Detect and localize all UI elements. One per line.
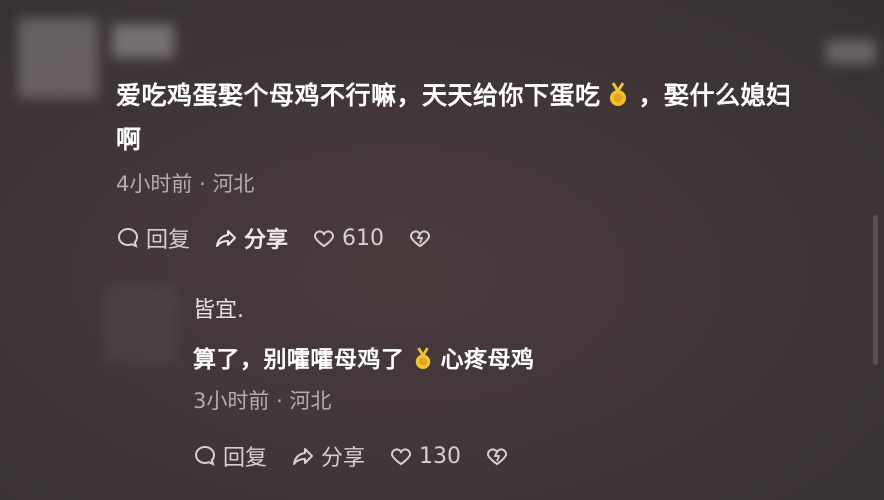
reply-actions: 回复 分享 130 [193,440,539,472]
like-button[interactable]: 610 [312,226,384,251]
reply-label: 回复 [146,228,191,253]
share-button[interactable]: 分享 [214,222,288,254]
share-arrow-icon [293,448,314,465]
corner-blurred [826,40,876,64]
chat-bubble-icon [118,227,139,248]
comment-location: 河北 [212,172,255,196]
reply-text: 算了，别嚯嚯母鸡了 心疼母鸡 [193,340,535,374]
like-button[interactable]: 130 [389,444,461,469]
dislike-button[interactable] [485,444,515,468]
share-arrow-icon [216,230,237,247]
reply-location: 河北 [289,389,332,413]
reply-author[interactable]: 皆宜. [193,292,244,324]
medal-emoji-icon [609,82,626,106]
reply-meta: 3小时前 · 河北 [193,385,331,415]
comment-time: 4小时前 [116,172,193,196]
reply-button[interactable]: 回复 [193,440,267,472]
comment-text-part2: ，娶什么媳妇 [638,81,792,110]
reply-text-part2: 心疼母鸡 [440,347,535,373]
broken-heart-icon [487,448,508,466]
comment-text-part1: 爱吃鸡蛋娶个母鸡不行嘛，天天给你下蛋吃 [116,81,601,110]
username-blurred [112,24,174,58]
comment-text: 爱吃鸡蛋娶个母鸡不行嘛，天天给你下蛋吃 ，娶什么媳妇 啊 [116,74,861,162]
comment-meta: 4小时前 · 河北 [116,168,254,198]
reply-label: 回复 [223,446,268,471]
broken-heart-icon [410,230,431,248]
meta-separator: · [276,389,283,413]
medal-emoji-icon [415,347,430,369]
dislike-button[interactable] [408,226,438,250]
share-label: 分享 [244,228,289,253]
reply-avatar-blurred[interactable] [105,285,177,363]
share-button[interactable]: 分享 [291,440,365,472]
like-count: 130 [419,443,462,469]
heart-icon [314,230,335,248]
reply-text-part1: 算了，别嚯嚯母鸡了 [193,347,405,373]
meta-separator: · [199,172,206,196]
chat-bubble-icon [195,445,216,466]
avatar-blurred[interactable] [18,18,98,98]
reply-button[interactable]: 回复 [116,222,190,254]
reply-time: 3小时前 [193,389,270,413]
scrollbar[interactable] [873,215,878,365]
comment-text-part3: 啊 [116,125,142,154]
share-label: 分享 [321,446,366,471]
comment-actions: 回复 分享 610 [116,222,462,254]
like-count: 610 [342,225,385,251]
heart-icon [391,448,412,466]
